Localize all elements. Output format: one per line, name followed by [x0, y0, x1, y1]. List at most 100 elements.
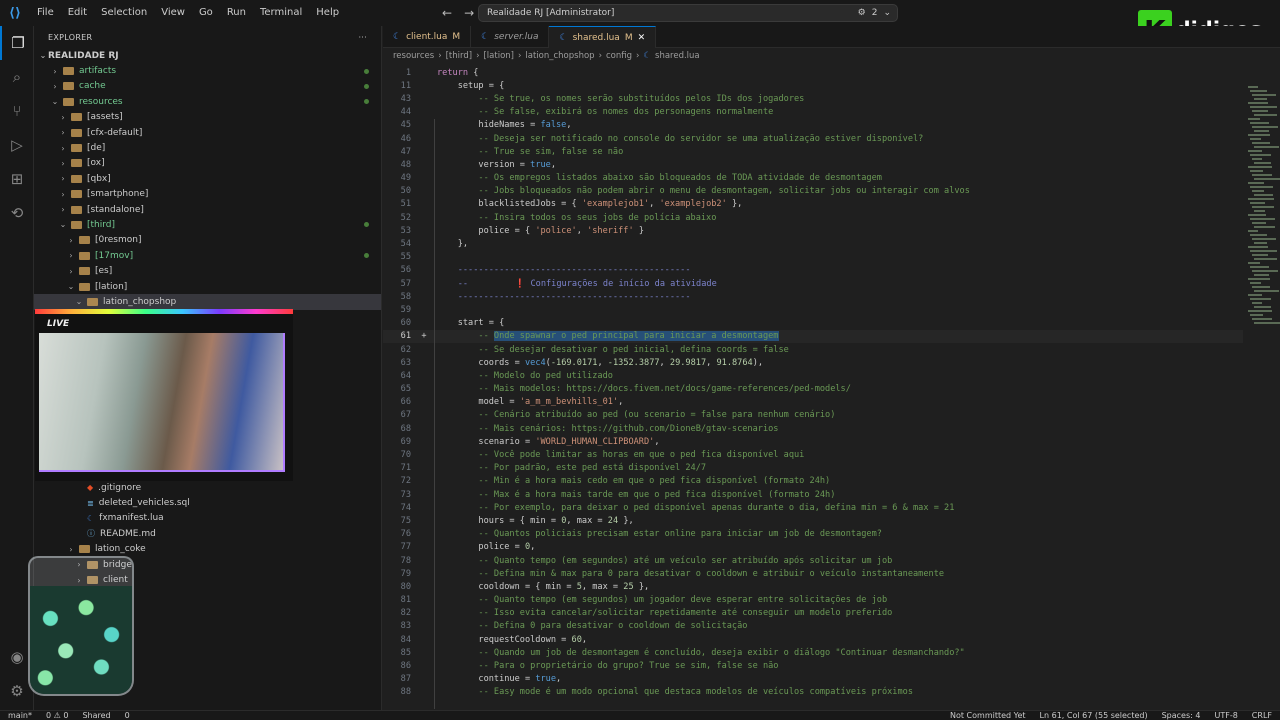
tree-item[interactable]: ⌄ [third]	[34, 217, 381, 232]
minimap-line	[1254, 258, 1277, 260]
tree-item[interactable]: › artifacts	[34, 63, 381, 78]
tree-item[interactable]: › cache	[34, 79, 381, 94]
tab-client-lua[interactable]: ☾ client.lua M	[383, 26, 472, 48]
copilot-icon[interactable]: ⚙	[858, 8, 866, 18]
minimap[interactable]	[1244, 66, 1280, 710]
tree-item[interactable]: ≣ deleted_vehicles.sql	[34, 495, 382, 510]
folder-icon	[71, 174, 82, 183]
tree-item[interactable]: ⌄ [lation]	[34, 279, 381, 294]
tree-item[interactable]: › [17mov]	[34, 248, 381, 263]
code-line: 86 -- Para o proprietário do grupo? True…	[383, 659, 1243, 672]
breadcrumb-item[interactable]: config	[606, 51, 632, 61]
minimap-line	[1252, 158, 1262, 160]
live-share-status[interactable]: Shared	[82, 711, 110, 720]
minimap-line	[1248, 118, 1260, 120]
tree-item-label: [0resmon]	[95, 235, 142, 246]
code-token: ,	[649, 199, 660, 210]
menu-edit[interactable]: Edit	[61, 0, 94, 26]
minimap-line	[1250, 138, 1261, 140]
tree-item[interactable]: › [cfx-default]	[34, 125, 381, 140]
breadcrumb-item[interactable]: lation_chopshop	[525, 51, 594, 61]
code-line: 46 -- Deseja ser notificado no console d…	[383, 132, 1243, 145]
tree-item[interactable]: ☾ fxmanifest.lua	[34, 511, 382, 526]
tree-item[interactable]: › [0resmon]	[34, 233, 381, 248]
tree-item[interactable]: ⌄ resources	[34, 94, 381, 109]
menu-selection[interactable]: Selection	[94, 0, 154, 26]
tree-item[interactable]: › [assets]	[34, 110, 381, 125]
close-icon[interactable]: ✕	[638, 33, 646, 43]
back-arrow-icon[interactable]: ←	[442, 6, 452, 20]
breadcrumb-item[interactable]: [lation]	[483, 51, 514, 61]
problems-status[interactable]: 0 ⚠ 0	[46, 711, 68, 720]
extensions-icon[interactable]: ⊞	[0, 162, 34, 196]
menu-run[interactable]: Run	[220, 0, 253, 26]
tree-item[interactable]: › [qbx]	[34, 171, 381, 186]
breadcrumb-item[interactable]: shared.lua	[655, 51, 700, 61]
breadcrumb-item[interactable]: [third]	[446, 51, 472, 61]
line-number: 61	[400, 331, 411, 342]
code-line: 67 -- Cenário atribuído ao ped (ou scena…	[383, 409, 1243, 422]
menu-go[interactable]: Go	[192, 0, 220, 26]
line-number: 11	[400, 80, 411, 91]
tab-server-lua[interactable]: ☾ server.lua	[471, 26, 550, 48]
menu-terminal[interactable]: Terminal	[253, 0, 309, 26]
code-line: 56 -------------------------------------…	[383, 264, 1243, 277]
command-center-extras: ⚙ 2 ⌄	[858, 8, 891, 18]
line-number: 65	[400, 384, 411, 395]
more-actions-icon[interactable]: ···	[358, 33, 367, 42]
jar-candies	[30, 586, 132, 694]
code-editor[interactable]: 1 return {11 setup = {43 -- Se true, os n…	[383, 66, 1243, 710]
status-dot	[364, 222, 369, 228]
tree-item[interactable]: ◆ .gitignore	[34, 480, 382, 495]
chevron-right-icon: ›	[61, 189, 65, 199]
branch-status[interactable]: main*	[8, 711, 32, 720]
chevron-down-icon[interactable]: ⌄	[883, 8, 891, 18]
blame-status[interactable]: Not Committed Yet	[950, 711, 1026, 720]
forward-arrow-icon[interactable]: →	[464, 6, 474, 20]
webcam-overlay: LIVE	[35, 309, 293, 481]
code-token: 'sheriff'	[587, 225, 634, 236]
tree-item[interactable]: ⓘ README.md	[34, 526, 382, 541]
encoding-status[interactable]: UTF-8	[1214, 711, 1237, 720]
search-icon[interactable]: ⌕	[0, 60, 34, 94]
code-token: ❗	[514, 278, 526, 289]
tree-item[interactable]: › [de]	[34, 140, 381, 155]
project-root[interactable]: ⌄ REALIDADE RJ	[34, 48, 381, 63]
line-number: 82	[400, 608, 411, 619]
eol-status[interactable]: CRLF	[1252, 711, 1272, 720]
chevron-down-icon: ⌄	[67, 282, 75, 292]
source-control-icon[interactable]: ⑂	[0, 94, 34, 128]
menu-help[interactable]: Help	[309, 0, 346, 26]
code-token: blacklistedJobs = {	[437, 199, 582, 210]
tree-item[interactable]: › [es]	[34, 263, 381, 278]
folder-icon	[63, 67, 74, 76]
code-token: 91.8764	[716, 357, 753, 368]
menu-file[interactable]: File	[30, 0, 61, 26]
code-token: -- Isso evita cancelar/solicitar repetid…	[437, 608, 893, 619]
explorer-title: EXPLORER	[48, 32, 93, 42]
tree-item[interactable]: › [standalone]	[34, 202, 381, 217]
run-debug-icon[interactable]: ▷	[0, 128, 34, 162]
chevron-right-icon: ›	[69, 251, 73, 261]
indent-status[interactable]: Spaces: 4	[1162, 711, 1201, 720]
breadcrumb-item[interactable]: resources	[393, 51, 434, 61]
ports-status[interactable]: 0	[125, 711, 130, 720]
code-line: 61 + -- Onde spawnar o ped principal par…	[383, 329, 1243, 343]
line-number: 57	[400, 278, 411, 289]
line-number: 71	[400, 463, 411, 474]
remote-icon[interactable]: ⟲	[0, 196, 34, 230]
nav-arrows: ← →	[442, 0, 474, 26]
tree-item[interactable]: ⌄ lation_chopshop	[34, 294, 381, 310]
cursor-position[interactable]: Ln 61, Col 67 (55 selected)	[1040, 711, 1148, 720]
command-center[interactable]: Realidade RJ [Administrator] ⚙ 2 ⌄	[478, 4, 898, 22]
line-number: 81	[400, 595, 411, 606]
tab-shared-lua[interactable]: ☾ shared.lua M ✕	[549, 26, 657, 48]
menu-view[interactable]: View	[154, 0, 192, 26]
code-token: 'a_m_m_bevhills_01'	[519, 397, 619, 408]
explorer-icon[interactable]: ❐	[0, 26, 34, 60]
tree-item[interactable]: › [ox]	[34, 156, 381, 171]
folder-icon	[87, 297, 98, 306]
tree-item[interactable]: › [smartphone]	[34, 187, 381, 202]
explorer-header: EXPLORER ···	[34, 26, 381, 48]
minimap-line	[1254, 210, 1265, 212]
